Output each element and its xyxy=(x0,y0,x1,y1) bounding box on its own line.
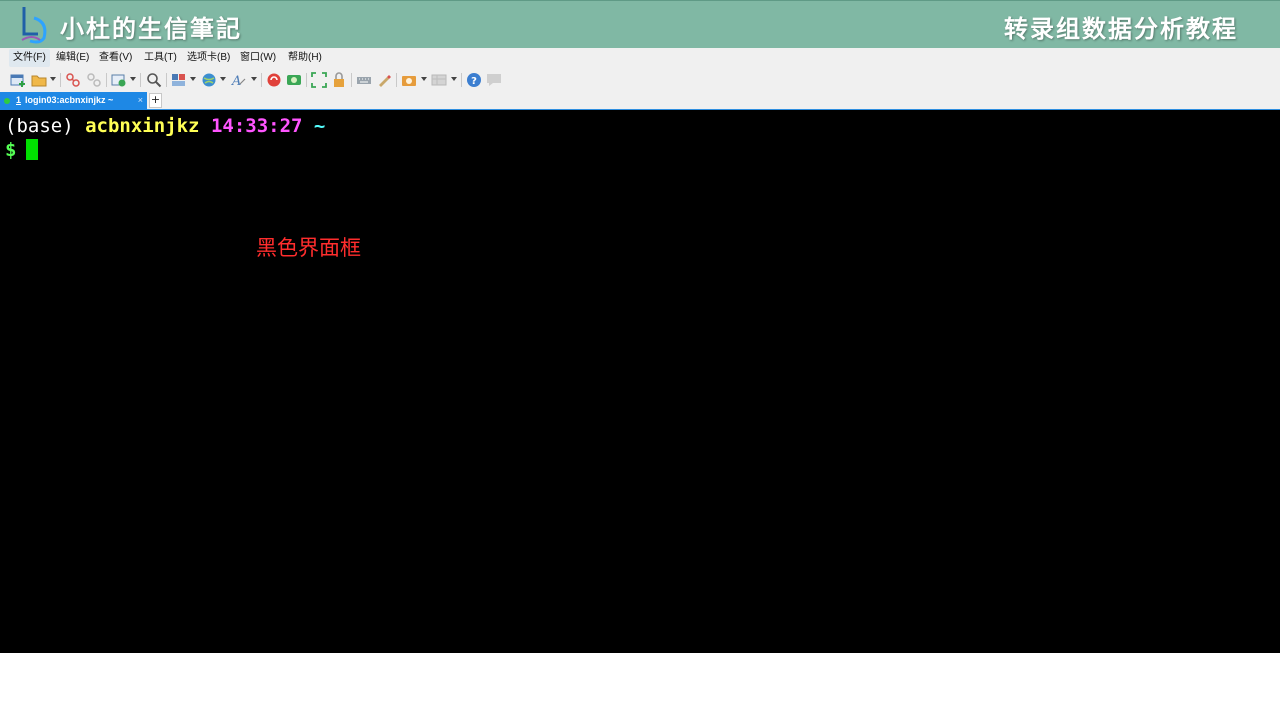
menu-file[interactable]: 文件(F) xyxy=(9,49,50,67)
menu-tools[interactable]: 工具(T) xyxy=(140,49,181,67)
annotation-label: 黑色界面框 xyxy=(256,236,361,260)
tab-close-icon[interactable]: × xyxy=(138,92,143,109)
toolbar-divider xyxy=(140,73,141,87)
highlight-icon[interactable] xyxy=(376,72,392,88)
toolbar-divider xyxy=(351,73,352,87)
font-dropdown-icon[interactable] xyxy=(251,77,257,81)
compose-icon[interactable] xyxy=(431,72,447,88)
lock-icon[interactable] xyxy=(331,72,347,88)
toolbar-divider xyxy=(306,73,307,87)
new-session-icon[interactable] xyxy=(10,72,26,88)
toolbar: A ? xyxy=(0,68,1280,92)
prompt-symbol: $ xyxy=(5,139,17,161)
conda-env: (base) xyxy=(5,115,74,137)
menu-help[interactable]: 帮助(H) xyxy=(284,49,326,67)
toolbar-divider xyxy=(461,73,462,87)
help-icon[interactable]: ? xyxy=(466,72,482,88)
connect-icon[interactable] xyxy=(65,72,81,88)
svg-text:A: A xyxy=(231,74,241,88)
prompt-user: acbnxinjkz xyxy=(85,115,200,137)
session-tab[interactable]: 1 login03:acbnxinjkz ~ × xyxy=(0,92,147,110)
chat-icon[interactable] xyxy=(486,72,502,88)
layout-icon[interactable] xyxy=(171,72,187,88)
transfer-dropdown-icon[interactable] xyxy=(130,77,136,81)
find-icon[interactable] xyxy=(146,72,162,88)
toolbar-divider xyxy=(166,73,167,87)
session-tab-strip: 1 login03:acbnxinjkz ~ × + xyxy=(0,92,1280,110)
open-dropdown-icon[interactable] xyxy=(50,77,56,81)
globe-dropdown-icon[interactable] xyxy=(220,77,226,81)
toolbar-divider xyxy=(396,73,397,87)
terminal-area[interactable]: (base) acbnxinjkz 14:33:27 ~ $ 黑色界面框 xyxy=(0,110,1280,653)
prompt-line: (base) acbnxinjkz 14:33:27 ~ xyxy=(5,114,325,138)
prompt-dir: ~ xyxy=(313,115,326,137)
header-banner: 小杜的生信筆記 转录组数据分析教程 xyxy=(0,0,1280,48)
open-folder-icon[interactable] xyxy=(31,72,47,88)
layout-dropdown-icon[interactable] xyxy=(190,77,196,81)
toolbar-divider xyxy=(60,73,61,87)
course-title: 转录组数据分析教程 xyxy=(1004,14,1238,43)
toolbar-divider xyxy=(106,73,107,87)
menu-view[interactable]: 查看(V) xyxy=(95,49,136,67)
screenshot-dropdown-icon[interactable] xyxy=(421,77,427,81)
toolbar-divider xyxy=(261,73,262,87)
brand-title: 小杜的生信筆記 xyxy=(60,14,242,43)
connection-status-icon xyxy=(4,98,10,104)
tab-label: login03:acbnxinjkz ~ xyxy=(25,95,114,105)
xshell-plugin-icon[interactable] xyxy=(286,72,302,88)
transfer-icon[interactable] xyxy=(111,72,127,88)
text-cursor xyxy=(26,139,38,160)
prompt-time: 14:33:27 xyxy=(210,115,303,137)
xftp-icon[interactable] xyxy=(266,72,282,88)
tab-number: 1 xyxy=(16,95,22,105)
compose-dropdown-icon[interactable] xyxy=(451,77,457,81)
svg-text:?: ? xyxy=(471,76,477,87)
menu-edit[interactable]: 编辑(E) xyxy=(52,49,93,67)
menu-tabs[interactable]: 选项卡(B) xyxy=(183,49,234,67)
input-line: $ xyxy=(5,138,16,162)
fullscreen-icon[interactable] xyxy=(311,72,327,88)
menu-window[interactable]: 窗口(W) xyxy=(236,49,280,67)
screenshot-icon[interactable] xyxy=(401,72,417,88)
new-tab-button[interactable]: + xyxy=(149,93,162,108)
globe-icon[interactable] xyxy=(201,72,217,88)
menu-bar: 文件(F) 编辑(E) 查看(V) 工具(T) 选项卡(B) 窗口(W) 帮助(… xyxy=(0,48,1280,68)
disconnect-icon[interactable] xyxy=(86,72,102,88)
font-icon[interactable]: A xyxy=(231,72,247,88)
logo-icon xyxy=(21,7,47,44)
keyboard-icon[interactable] xyxy=(356,72,372,88)
